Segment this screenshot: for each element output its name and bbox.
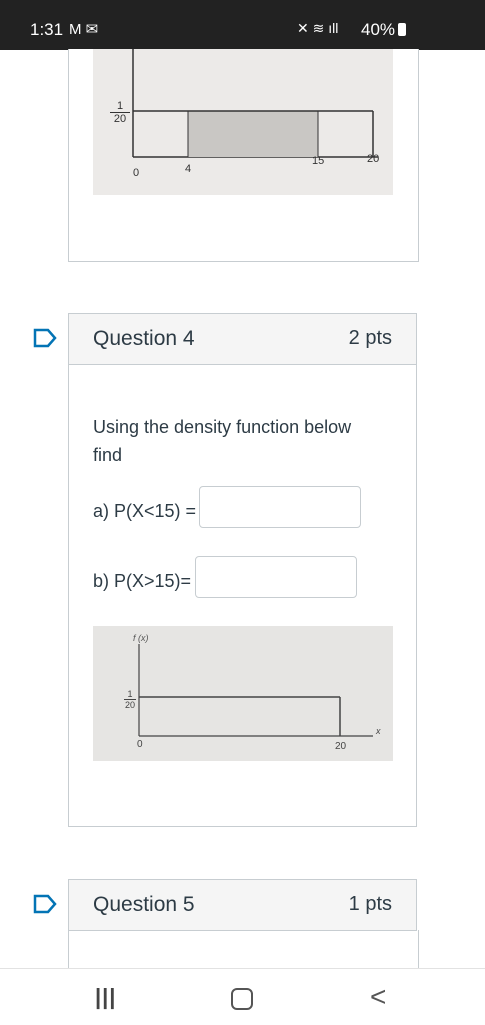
previous-density-graph: 1 20 0 4 15 20 bbox=[93, 49, 393, 195]
system-nav-bar: ||| < bbox=[0, 968, 485, 1025]
status-time: 1:31 bbox=[30, 20, 64, 39]
density-graph-x-label: x bbox=[376, 726, 381, 736]
question-4-header: Question 4 2 pts bbox=[68, 313, 417, 365]
question-5-body bbox=[68, 930, 419, 970]
back-icon[interactable]: < bbox=[370, 981, 386, 1013]
notification-icons: M ✉ bbox=[69, 21, 99, 38]
part-a-label: a) P(X<15) = bbox=[93, 501, 197, 521]
question-title: Question 4 bbox=[93, 327, 195, 350]
question-points: 1 pts bbox=[348, 893, 392, 915]
question-points: 2 pts bbox=[348, 327, 392, 349]
part-b-label: b) P(X>15)= bbox=[93, 571, 192, 591]
flag-question-icon[interactable] bbox=[33, 328, 57, 348]
density-graph-x-tick: 20 bbox=[335, 741, 347, 752]
question-title: Question 5 bbox=[93, 893, 195, 916]
signal-icons: ✕ ≋ ıll bbox=[297, 20, 339, 36]
density-function-graph: f (x) 1 20 x 0 20 bbox=[93, 626, 393, 761]
density-graph-y-label: f (x) bbox=[133, 633, 149, 643]
density-graph-y-tick: 1 20 bbox=[124, 689, 136, 710]
recent-apps-icon[interactable]: ||| bbox=[95, 984, 116, 1010]
previous-graph-x-tick: 0 bbox=[133, 167, 140, 179]
part-a-answer-input[interactable] bbox=[199, 486, 361, 528]
previous-graph-x-tick: 15 bbox=[312, 155, 325, 167]
part-b-answer-input[interactable] bbox=[195, 556, 357, 598]
previous-graph-x-tick: 4 bbox=[185, 163, 192, 175]
status-bar: 1:31 M ✉ ✕ ≋ ıll 40% bbox=[0, 0, 485, 50]
previous-graph-y-tick: 1 20 bbox=[110, 100, 130, 125]
battery-level: 40% bbox=[361, 20, 407, 40]
battery-icon bbox=[398, 23, 407, 36]
flag-question-icon[interactable] bbox=[33, 894, 57, 914]
question-prompt: Using the density function below find bbox=[93, 417, 352, 465]
question-5-header: Question 5 1 pts bbox=[68, 879, 417, 931]
density-graph-x-tick: 0 bbox=[137, 739, 143, 750]
home-icon[interactable] bbox=[231, 988, 253, 1010]
previous-graph-x-tick: 20 bbox=[367, 153, 380, 165]
